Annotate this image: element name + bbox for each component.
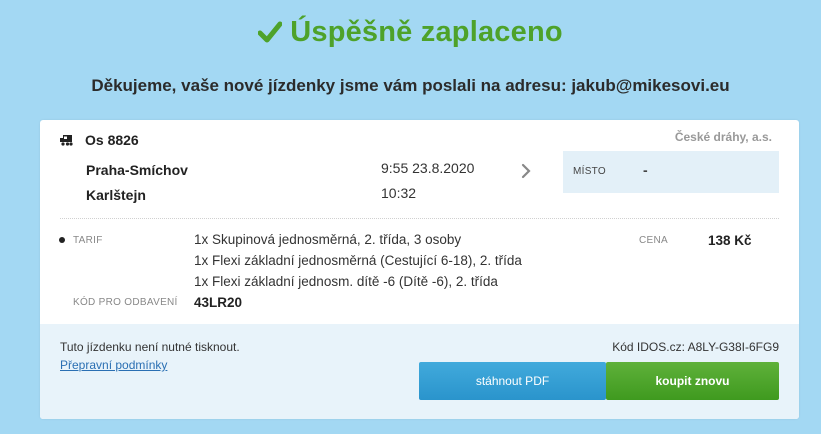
idos-code: Kód IDOS.cz: A8LY-G38I-6FG9 (612, 340, 779, 354)
card-footer: Tuto jízdenku není nutné tisknout. Přepr… (40, 324, 799, 419)
tarif-label: TARIF (73, 235, 103, 246)
tarif-line: 1x Flexi základní jednosm. dítě -6 (Dítě… (194, 274, 498, 289)
no-print-note: Tuto jízdenku není nutné tisknout. (60, 340, 240, 354)
thanks-message: Děkujeme, vaše nové jízdenky jsme vám po… (91, 76, 730, 95)
check-icon (257, 18, 283, 51)
price-label: CENA (639, 235, 668, 246)
from-station: Praha-Smíchov (86, 162, 188, 178)
to-station: Karlštejn (86, 187, 146, 203)
tarif-line: 1x Flexi základní jednosměrná (Cestující… (194, 253, 522, 268)
train-name: Os 8826 (85, 132, 139, 148)
arrival-time: 10:32 (381, 185, 417, 201)
carrier-name: České dráhy, a.s. (674, 130, 772, 144)
seat-box: MÍSTO - (563, 151, 779, 193)
ticket-card: Os 8826 České dráhy, a.s. Praha-Smíchov … (40, 120, 799, 419)
success-heading: Úspěšně zaplaceno (0, 16, 821, 51)
tarif-line: 1x Skupinová jednosměrná, 2. třída, 3 os… (194, 232, 462, 247)
seat-label: MÍSTO (573, 166, 606, 177)
departure-time: 9:55 23.8.2020 (381, 160, 475, 176)
bullet-icon (59, 237, 65, 243)
train-icon (60, 133, 74, 146)
divider (60, 218, 779, 219)
price-value: 138 Kč (708, 233, 752, 248)
buy-again-button[interactable]: koupit znovu (606, 362, 779, 400)
download-pdf-button[interactable]: stáhnout PDF (419, 362, 606, 400)
checkin-code-value: 43LR20 (194, 295, 243, 310)
chevron-right-icon[interactable] (520, 163, 532, 179)
checkin-code-label: KÓD PRO ODBAVENÍ (73, 297, 178, 308)
seat-value: - (643, 162, 648, 178)
success-title-text: Úspěšně zaplaceno (290, 16, 563, 48)
conditions-link[interactable]: Přepravní podmínky (60, 358, 167, 372)
